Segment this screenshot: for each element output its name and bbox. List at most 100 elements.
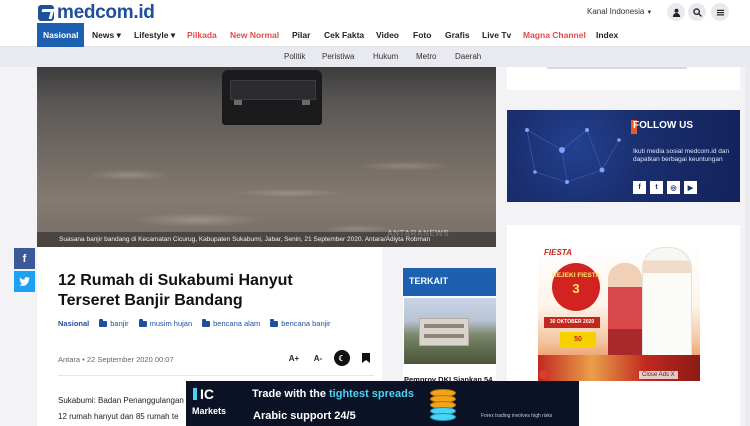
search-button[interactable]	[688, 3, 706, 21]
logo-mark-icon	[38, 5, 54, 21]
nav-item-index[interactable]: Index	[596, 23, 618, 47]
logo-ic: IC	[193, 386, 214, 402]
article-meta: Antara • 22 September 2020 00:07	[58, 355, 174, 364]
bookmark-button[interactable]	[358, 350, 374, 366]
tag-label: bencana alam	[213, 319, 261, 328]
menu-button[interactable]	[711, 3, 729, 21]
article-tags: Nasional banjir musim hujan bencana alam…	[58, 318, 331, 328]
user-icon	[672, 8, 680, 17]
page: medcom.id Kanal Indonesia ▼ Nasional News…	[0, 0, 750, 426]
right-top-card	[507, 67, 740, 90]
ad-headline: Trade with the tightest spreads	[252, 388, 414, 400]
article-body-line: Sukabumi: Badan Penanggulangan	[58, 396, 184, 405]
nav-item-lifestyle[interactable]: Lifestyle ▾	[134, 23, 175, 47]
social-links: f t ◎ ▶	[633, 181, 697, 194]
ad-subheadline: Arabic support 24/5	[253, 410, 356, 422]
nav-item-foto[interactable]: Foto	[413, 23, 431, 47]
ad-brand: FIESTA	[544, 248, 572, 257]
kanal-dropdown[interactable]: Kanal Indonesia ▼	[587, 7, 652, 16]
folder-icon	[270, 318, 279, 327]
nav-item-cek-fakta[interactable]: Cek Fakta	[324, 23, 364, 47]
subnav-item-hukum[interactable]: Hukum	[373, 47, 398, 67]
twitter-icon	[19, 277, 30, 286]
article-category[interactable]: Nasional	[58, 319, 89, 328]
folder-icon	[202, 318, 211, 327]
tag-label: bencana banjir	[281, 319, 331, 328]
nav-item-live-tv[interactable]: Live Tv	[482, 23, 511, 47]
bookmark-icon	[362, 353, 370, 363]
tag-bencana-alam[interactable]: bencana alam	[202, 318, 261, 328]
tag-bencana-banjir[interactable]: bencana banjir	[270, 318, 331, 328]
follow-title: FOLLOW US	[633, 120, 693, 131]
subnav-item-peristiwa[interactable]: Peristiwa	[322, 47, 354, 67]
nav-item-pilar[interactable]: Pilar	[292, 23, 310, 47]
ad-pin-icon	[539, 370, 548, 379]
main-nav: Nasional News ▾ Lifestyle ▾ Pilkada New …	[0, 23, 750, 47]
article-title: 12 Rumah di Sukabumi Hanyut Terseret Ban…	[58, 272, 293, 309]
ad-circle-label: REJEKI FIESTA	[552, 272, 600, 279]
related-label: TERKAIT	[403, 268, 448, 296]
ad-edge	[583, 412, 600, 426]
image-caption: Suasana banjir bandang di Kecamatan Cicu…	[59, 236, 431, 243]
vehicle	[222, 70, 322, 125]
youtube-link-icon[interactable]: ▶	[684, 181, 697, 194]
follow-us-card: FOLLOW US Ikuti media sosial medcom.id d…	[507, 110, 740, 202]
coins-icon	[412, 383, 472, 425]
user-button[interactable]	[667, 3, 685, 21]
logo-text: medcom.id	[57, 2, 155, 23]
kanal-label: Kanal Indonesia	[587, 7, 645, 16]
ad-circle-number: 3	[572, 281, 580, 296]
subnav-item-metro[interactable]: Metro	[416, 47, 436, 67]
ad-strip	[547, 67, 687, 69]
top-header: medcom.id Kanal Indonesia ▼	[0, 0, 750, 23]
font-decrease-button[interactable]: A-	[310, 350, 326, 366]
logo-markets: Markets	[192, 406, 227, 416]
bottom-banner-ad[interactable]: IC Markets Trade with the tightest sprea…	[186, 381, 579, 426]
related-header: TERKAIT	[403, 268, 496, 296]
building-image	[419, 318, 469, 346]
subnav-item-daerah[interactable]: Daerah	[455, 47, 481, 67]
share-facebook-button[interactable]: f	[14, 248, 35, 269]
nav-item-pilkada[interactable]: Pilkada	[187, 23, 217, 47]
hero-image: ANTARANEWS Suasana banjir bandang di Kec…	[37, 67, 496, 247]
folder-icon	[138, 318, 147, 327]
nav-item-news[interactable]: News ▾	[92, 23, 121, 47]
close-ad-button[interactable]: Close Ads X	[639, 371, 678, 379]
ad-badge: 50	[560, 332, 596, 348]
related-thumbnail[interactable]	[404, 298, 496, 364]
tag-label: musim hujan	[149, 319, 193, 328]
nav-item-video[interactable]: Video	[376, 23, 399, 47]
headline-highlight: tightest spreads	[329, 388, 414, 400]
subnav-item-politik[interactable]: Politik	[284, 47, 305, 67]
right-edge-strip	[745, 67, 750, 426]
divider	[58, 375, 374, 376]
nav-item-nasional[interactable]: Nasional	[37, 23, 85, 47]
chevron-down-icon: ▼	[646, 10, 653, 16]
tag-label: banjir	[110, 319, 129, 328]
folder-icon	[99, 318, 108, 327]
menu-icon	[716, 9, 724, 15]
search-icon	[692, 7, 702, 17]
nav-item-magna-channel[interactable]: Magna Channel	[523, 23, 586, 47]
article-body-line: 12 rumah hanyut dan 85 rumah te	[58, 412, 179, 421]
dark-mode-toggle[interactable]: ☾	[334, 350, 350, 366]
ad-risk-warning: Forex trading involves high risks	[481, 413, 553, 419]
facebook-link-icon[interactable]: f	[633, 181, 646, 194]
headline-text: Trade with the	[252, 388, 330, 400]
ic-markets-logo: IC Markets	[192, 386, 232, 422]
twitter-link-icon[interactable]: t	[650, 181, 663, 194]
font-increase-button[interactable]: A+	[286, 350, 302, 366]
tag-banjir[interactable]: banjir	[99, 318, 129, 328]
fiesta-ad[interactable]: FIESTA REJEKI FIESTA 3 30 OKTOBER 2020 5…	[538, 245, 700, 381]
tag-musim-hujan[interactable]: musim hujan	[138, 318, 193, 328]
nav-item-new-normal[interactable]: New Normal	[230, 23, 279, 47]
nav-item-grafis[interactable]: Grafis	[445, 23, 470, 47]
instagram-link-icon[interactable]: ◎	[667, 181, 680, 194]
ad-date: 30 OKTOBER 2020	[544, 317, 600, 328]
share-twitter-button[interactable]	[14, 271, 35, 292]
sub-nav: Politik Peristiwa Hukum Metro Daerah	[0, 47, 750, 67]
site-logo[interactable]: medcom.id	[38, 2, 155, 24]
article-tools: A+ A- ☾	[286, 350, 374, 366]
facebook-icon: f	[22, 252, 27, 265]
follow-description: Ikuti media sosial medcom.id dan dapatka…	[633, 148, 730, 163]
